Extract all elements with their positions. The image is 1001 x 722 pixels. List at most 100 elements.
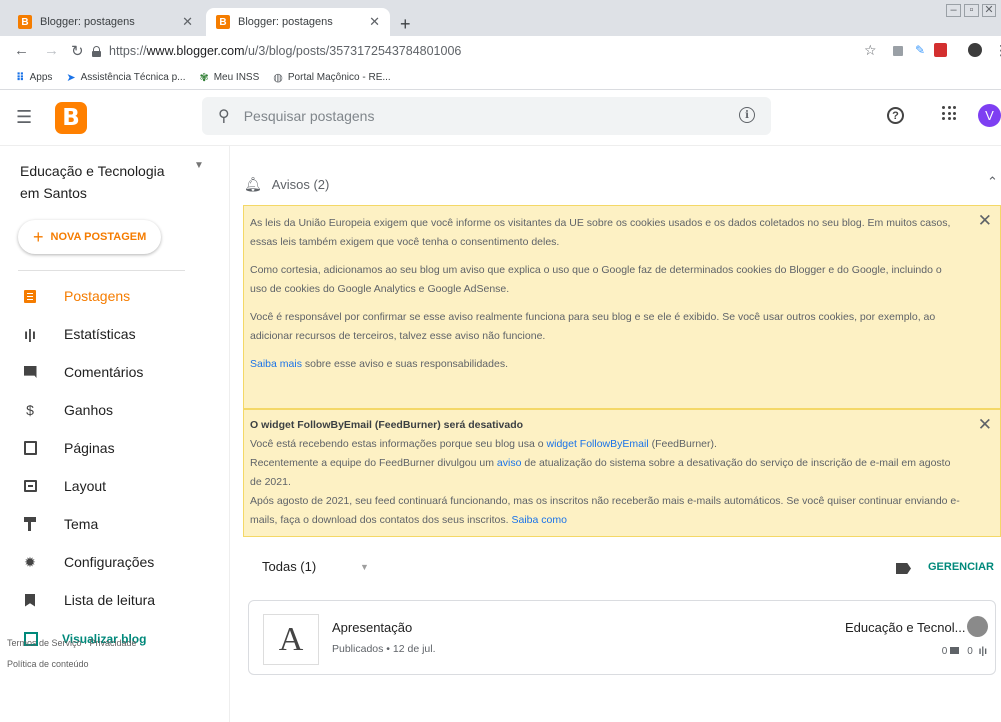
close-window-icon[interactable]: ✕ bbox=[982, 4, 996, 17]
new-post-button[interactable]: + NOVA POSTAGEM bbox=[18, 220, 161, 254]
bookmark-portal-maconico[interactable]: ◍ Portal Maçônico - RE... bbox=[273, 71, 390, 84]
sidebar-item-comentarios[interactable]: Comentários bbox=[0, 353, 230, 391]
learn-how-link[interactable]: Saiba como bbox=[511, 514, 566, 526]
widget-link[interactable]: widget FollowByEmail bbox=[547, 438, 649, 450]
notices-header[interactable]: 🔔︎ Avisos (2) bbox=[244, 176, 329, 193]
close-icon[interactable]: ✕ bbox=[978, 211, 992, 230]
search-placeholder: Pesquisar postagens bbox=[243, 108, 375, 124]
notice-text: Você é responsável por confirmar se esse… bbox=[250, 311, 936, 342]
chevron-down-icon[interactable]: ▼ bbox=[360, 562, 369, 572]
browser-toolbar: ← → ↻ https://www.blogger.com/u/3/blog/p… bbox=[0, 36, 1001, 66]
bookmark-meu-inss[interactable]: ✾ Meu INSS bbox=[199, 71, 259, 84]
menu-dots-icon[interactable]: ⋮ bbox=[994, 42, 1001, 59]
post-filter-dropdown[interactable]: Todas (1) bbox=[262, 559, 316, 574]
tab-title: Blogger: postagens bbox=[238, 16, 333, 28]
plus-icon: + bbox=[33, 226, 44, 247]
avatar[interactable]: V bbox=[978, 104, 1001, 127]
help-icon[interactable]: ? bbox=[887, 107, 904, 124]
back-arrow-icon[interactable]: ← bbox=[14, 42, 29, 59]
notice-text: (FeedBurner). bbox=[648, 438, 717, 450]
pen-extension-icon[interactable]: ✎ bbox=[915, 43, 925, 57]
pdf-extension-icon[interactable] bbox=[934, 43, 947, 57]
blogger-logo[interactable]: B bbox=[55, 102, 87, 134]
sidebar-item-tema[interactable]: Tema bbox=[0, 505, 230, 543]
stats-icon: ı|ı bbox=[24, 326, 36, 342]
hamburger-menu-icon[interactable]: ☰ bbox=[16, 107, 32, 128]
address-bar[interactable]: https://www.blogger.com/u/3/blog/posts/3… bbox=[92, 39, 872, 63]
sidebar-item-configuracoes[interactable]: ✹ Configurações bbox=[0, 543, 230, 581]
sidebar-item-lista-de-leitura[interactable]: Lista de leitura bbox=[0, 581, 230, 619]
sidebar-item-layout[interactable]: Layout bbox=[0, 467, 230, 505]
label-icon[interactable] bbox=[896, 563, 911, 574]
post-thumbnail: A bbox=[263, 614, 319, 665]
apps-grid-icon[interactable] bbox=[942, 106, 956, 120]
bookmark-label: Assistência Técnica p... bbox=[80, 72, 186, 83]
sidebar-item-label: Postagens bbox=[64, 288, 131, 304]
comment-icon bbox=[950, 647, 960, 654]
sidebar-item-estatisticas[interactable]: ı|ı Estatísticas bbox=[0, 315, 230, 353]
minimize-icon[interactable]: – bbox=[946, 4, 961, 17]
apps-grid-icon: ⠿ bbox=[16, 72, 25, 84]
posts-icon bbox=[22, 288, 38, 304]
bookmark-icon bbox=[22, 592, 38, 608]
browser-tab-active[interactable]: B Blogger: postagens ✕ bbox=[206, 8, 390, 36]
bookmarks-bar: ⠿ Apps ➤ Assistência Técnica p... ✾ Meu … bbox=[0, 66, 1001, 90]
pages-icon bbox=[22, 440, 38, 456]
extension-icon[interactable] bbox=[893, 46, 903, 56]
bookmark-label: Apps bbox=[29, 72, 53, 83]
privacy-link[interactable]: Privacidade bbox=[90, 638, 137, 648]
post-author: Educação e Tecnol... bbox=[845, 620, 966, 635]
gear-icon: ✹ bbox=[24, 553, 36, 570]
sidebar-item-postagens[interactable]: Postagens bbox=[0, 277, 230, 315]
chevron-up-icon[interactable]: ⌃ bbox=[987, 174, 998, 190]
url-domain: www.blogger.com bbox=[146, 44, 245, 58]
info-icon[interactable]: i bbox=[739, 107, 755, 123]
notice-followbyemail: O widget FollowByEmail (FeedBurner) será… bbox=[243, 409, 1001, 537]
tab-title: Blogger: postagens bbox=[40, 16, 135, 28]
arrow-icon: ➤ bbox=[66, 72, 76, 84]
notice-line: Você está recebendo estas informações po… bbox=[250, 435, 960, 454]
profile-avatar-icon[interactable] bbox=[968, 43, 982, 57]
browser-tab[interactable]: B Blogger: postagens ✕ bbox=[8, 8, 203, 36]
sidebar-footer: Termos de Serviço · Privacidade · Políti… bbox=[7, 638, 143, 669]
post-stats: 0 0 ı|ı bbox=[925, 646, 987, 657]
sidebar-item-label: Páginas bbox=[64, 440, 115, 456]
close-tab-icon[interactable]: ✕ bbox=[369, 14, 380, 30]
bookmark-assistencia[interactable]: ➤ Assistência Técnica p... bbox=[66, 71, 185, 84]
post-list-item[interactable]: A Apresentação Publicados • 12 de jul. E… bbox=[248, 600, 996, 675]
aviso-link[interactable]: aviso bbox=[497, 457, 522, 469]
sidebar-item-label: Ganhos bbox=[64, 402, 114, 418]
stats-icon: ı|ı bbox=[978, 646, 987, 657]
chevron-down-icon[interactable]: ▼ bbox=[194, 160, 204, 171]
lock-icon bbox=[92, 45, 101, 57]
star-icon[interactable]: ☆ bbox=[864, 42, 877, 59]
bookmark-apps[interactable]: ⠿ Apps bbox=[16, 71, 52, 84]
blogger-favicon-icon: B bbox=[18, 15, 32, 29]
post-title[interactable]: Apresentação bbox=[332, 620, 412, 635]
close-tab-icon[interactable]: ✕ bbox=[182, 14, 193, 30]
sidebar-item-label: Lista de leitura bbox=[64, 592, 156, 608]
comments-icon bbox=[22, 364, 38, 380]
sidebar-item-ganhos[interactable]: $ Ganhos bbox=[0, 391, 230, 429]
layout-icon bbox=[22, 478, 38, 494]
sidebar-item-label: Comentários bbox=[64, 364, 144, 380]
sidebar-item-label: Estatísticas bbox=[64, 326, 136, 342]
notice-text: Recentemente a equipe do FeedBurner divu… bbox=[250, 457, 497, 469]
manage-button[interactable]: GERENCIAR bbox=[928, 561, 994, 573]
content-policy-link[interactable]: Política de conteúdo bbox=[7, 659, 89, 669]
dollar-icon: $ bbox=[26, 402, 34, 418]
close-icon[interactable]: ✕ bbox=[978, 415, 992, 434]
terms-link[interactable]: Termos de Serviço bbox=[7, 638, 82, 648]
forward-arrow-icon[interactable]: → bbox=[44, 42, 59, 59]
search-input[interactable]: ⚲ Pesquisar postagens i bbox=[202, 97, 771, 135]
inss-icon: ✾ bbox=[199, 72, 209, 84]
sidebar-item-paginas[interactable]: Páginas bbox=[0, 429, 230, 467]
maximize-icon[interactable]: ▫ bbox=[964, 4, 979, 17]
notice-text: Você está recebendo estas informações po… bbox=[250, 438, 547, 450]
bookmark-label: Meu INSS bbox=[213, 72, 260, 83]
blog-name[interactable]: Educação e Tecnologia em Santos bbox=[20, 160, 180, 204]
learn-more-link[interactable]: Saiba mais bbox=[250, 358, 302, 370]
new-tab-button[interactable]: + bbox=[400, 14, 411, 35]
divider bbox=[18, 270, 185, 271]
reload-icon[interactable]: ↻ bbox=[71, 42, 84, 60]
